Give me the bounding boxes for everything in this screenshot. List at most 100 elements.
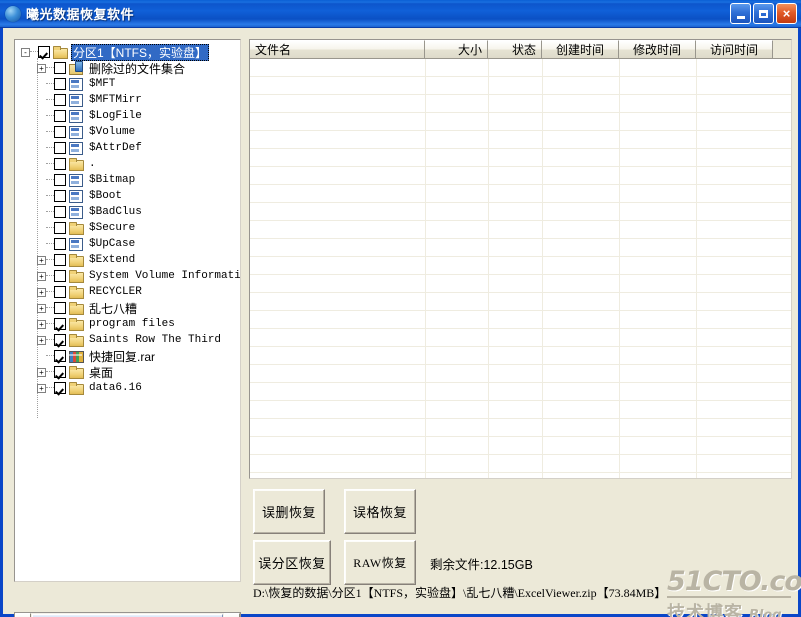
file-list-row[interactable] (250, 185, 791, 203)
file-list-row[interactable] (250, 365, 791, 383)
file-list-row[interactable] (250, 347, 791, 365)
file-list-row[interactable] (250, 167, 791, 185)
tree-node[interactable]: + program files (15, 316, 240, 332)
file-list-row[interactable] (250, 59, 791, 77)
tree-horizontal-scrollbar[interactable]: ◄ ► (14, 612, 241, 617)
expand-icon[interactable]: + (37, 383, 46, 393)
tree-node[interactable]: + Saints Row The Third (15, 332, 240, 348)
directory-tree-panel[interactable]: - 分区1【NTFS，实验盘】 + 删除过的文件集合 $MFT $MFTMirr $LogF… (14, 39, 241, 582)
expand-icon[interactable]: + (37, 319, 46, 329)
tree-node[interactable]: $Bitmap (15, 172, 240, 188)
tree-node-checkbox[interactable] (54, 318, 66, 330)
tree-node-checkbox[interactable] (54, 158, 66, 170)
file-list-row[interactable] (250, 221, 791, 239)
file-list-row[interactable] (250, 455, 791, 473)
tree-node[interactable]: + 删除过的文件集合 (15, 60, 240, 76)
tree-node-checkbox[interactable] (54, 238, 66, 250)
file-list-column-header[interactable]: 创建时间 (542, 40, 619, 58)
tree-node-checkbox[interactable] (38, 46, 50, 58)
tree-node[interactable]: + RECYCLER (15, 284, 240, 300)
tree-node[interactable]: $Volume (15, 124, 240, 140)
close-button[interactable]: × (776, 3, 797, 24)
file-list-row[interactable] (250, 437, 791, 455)
tree-node-checkbox[interactable] (54, 110, 66, 122)
tree-node-checkbox[interactable] (54, 62, 66, 74)
tree-node[interactable]: 快捷回复.rar (15, 348, 240, 364)
tree-node-checkbox[interactable] (54, 382, 66, 394)
file-list-row[interactable] (250, 239, 791, 257)
tree-node[interactable]: $AttrDef (15, 140, 240, 156)
scrollbar-track[interactable] (31, 613, 224, 617)
recover-partition-button[interactable]: 误分区恢复 (253, 540, 331, 585)
tree-node-checkbox[interactable] (54, 142, 66, 154)
expand-icon[interactable]: + (37, 303, 46, 313)
tree-node-checkbox[interactable] (54, 350, 66, 362)
tree-node[interactable]: - 分区1【NTFS，实验盘】 (15, 43, 240, 61)
file-list-column-header[interactable]: 修改时间 (619, 40, 696, 58)
tree-node[interactable]: + System Volume Information (15, 268, 240, 284)
tree-node[interactable]: $BadClus (15, 204, 240, 220)
tree-node-checkbox[interactable] (54, 78, 66, 90)
file-list-row[interactable] (250, 329, 791, 347)
expand-icon[interactable]: + (37, 367, 46, 377)
file-list-row[interactable] (250, 203, 791, 221)
tree-node[interactable]: . (15, 156, 240, 172)
tree-node[interactable]: $MFTMirr (15, 92, 240, 108)
recover-deleted-button[interactable]: 误删恢复 (253, 489, 325, 534)
tree-node[interactable]: $LogFile (15, 108, 240, 124)
file-list-row[interactable] (250, 149, 791, 167)
tree-node-checkbox[interactable] (54, 190, 66, 202)
tree-node-checkbox[interactable] (54, 174, 66, 186)
tree-node[interactable]: + 乱七八糟 (15, 300, 240, 316)
expand-icon[interactable]: + (37, 335, 46, 345)
recover-raw-button[interactable]: RAW恢复 (344, 540, 416, 585)
tree-node-checkbox[interactable] (54, 302, 66, 314)
file-list-row[interactable] (250, 113, 791, 131)
tree-node[interactable]: $Secure (15, 220, 240, 236)
file-list-column-header[interactable]: 访问时间 (696, 40, 773, 58)
file-list-row[interactable] (250, 383, 791, 401)
tree-node-checkbox[interactable] (54, 126, 66, 138)
tree-node[interactable]: $Boot (15, 188, 240, 204)
tree-node[interactable]: + 桌面 (15, 364, 240, 380)
tree-node[interactable]: $UpCase (15, 236, 240, 252)
tree-node[interactable]: + data6.16 (15, 380, 240, 396)
file-list-column-header[interactable]: 状态 (488, 40, 542, 58)
tree-node-checkbox[interactable] (54, 366, 66, 378)
minimize-button[interactable] (730, 3, 751, 24)
file-list-body[interactable] (250, 59, 791, 478)
expand-icon[interactable]: + (37, 255, 46, 265)
tree-node-checkbox[interactable] (54, 206, 66, 218)
file-list-row[interactable] (250, 401, 791, 419)
file-list-row[interactable] (250, 95, 791, 113)
tree-node-checkbox[interactable] (54, 222, 66, 234)
collapse-icon[interactable]: - (21, 47, 30, 57)
expand-icon[interactable]: + (37, 63, 46, 73)
scroll-right-icon[interactable]: ► (224, 613, 240, 617)
file-list-row[interactable] (250, 419, 791, 437)
expand-icon[interactable]: + (37, 287, 46, 297)
tree-node-label: $Secure (89, 222, 136, 234)
tree-node-checkbox[interactable] (54, 270, 66, 282)
expand-icon[interactable]: + (37, 271, 46, 281)
file-list-column-header[interactable]: 大小 (425, 40, 488, 58)
recover-formatted-button[interactable]: 误格恢复 (344, 489, 416, 534)
file-list-row[interactable] (250, 275, 791, 293)
scroll-left-icon[interactable]: ◄ (15, 613, 31, 617)
tree-node[interactable]: + $Extend (15, 252, 240, 268)
maximize-icon (759, 9, 768, 18)
tree-node-checkbox[interactable] (54, 254, 66, 266)
file-list-panel[interactable]: 文件名 大小 状态 创建时间 修改时间 访问时间 (249, 39, 792, 479)
system-file-icon (68, 141, 84, 155)
file-list-row[interactable] (250, 257, 791, 275)
file-list-row[interactable] (250, 293, 791, 311)
tree-node-checkbox[interactable] (54, 286, 66, 298)
file-list-column-header[interactable]: 文件名 (250, 40, 425, 58)
file-list-row[interactable] (250, 311, 791, 329)
maximize-button[interactable] (753, 3, 774, 24)
file-list-row[interactable] (250, 131, 791, 149)
file-list-row[interactable] (250, 77, 791, 95)
tree-node-checkbox[interactable] (54, 94, 66, 106)
tree-node-checkbox[interactable] (54, 334, 66, 346)
tree-node[interactable]: $MFT (15, 76, 240, 92)
